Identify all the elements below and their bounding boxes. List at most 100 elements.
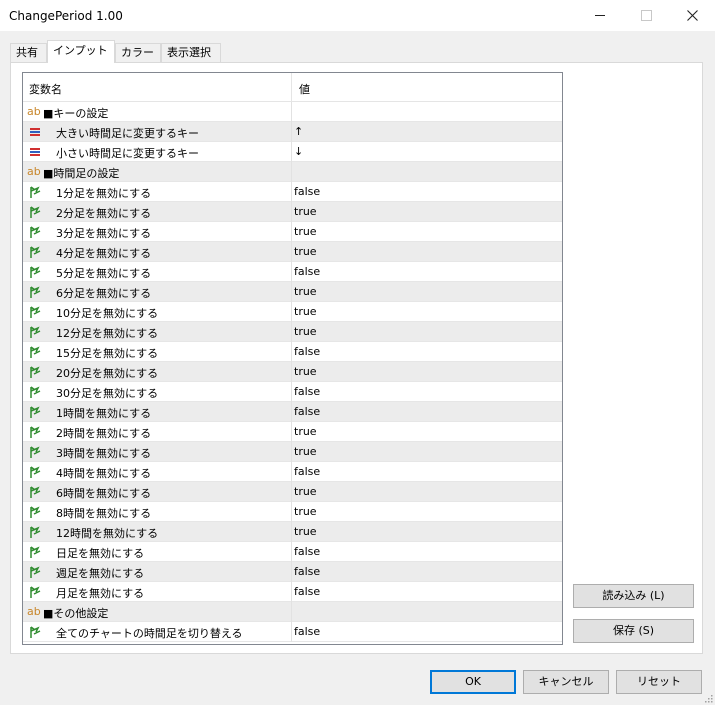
parameter-value[interactable]: false (294, 185, 320, 198)
minimize-icon (595, 15, 605, 16)
parameter-value[interactable]: true (294, 205, 317, 218)
parameter-row[interactable]: 15分足を無効にする false (23, 342, 562, 362)
parameter-row[interactable]: 週足を無効にする false (23, 562, 562, 582)
resize-grip-icon[interactable] (703, 693, 713, 703)
key-icon (30, 128, 40, 136)
ab-icon: ab (27, 605, 41, 618)
parameter-row[interactable]: 2分足を無効にする true (23, 202, 562, 222)
cell-divider (291, 162, 292, 182)
parameter-row[interactable]: 12分足を無効にする true (23, 322, 562, 342)
column-divider[interactable] (291, 73, 292, 101)
cell-divider (291, 282, 292, 302)
parameter-value[interactable]: true (294, 225, 317, 238)
bool-icon (30, 546, 41, 558)
column-header-name[interactable]: 変数名 (29, 81, 62, 97)
cell-divider (291, 422, 292, 442)
parameter-name: 20分足を無効にする (56, 367, 159, 380)
tab-shared[interactable]: 共有 (10, 43, 47, 62)
parameter-value[interactable]: false (294, 405, 320, 418)
parameter-value[interactable]: true (294, 445, 317, 458)
cancel-button[interactable]: キャンセル (523, 670, 609, 694)
parameter-row[interactable]: 日足を無効にする false (23, 542, 562, 562)
parameter-row[interactable]: 10分足を無効にする true (23, 302, 562, 322)
parameter-name: 月足を無効にする (56, 587, 145, 600)
cell-divider (291, 102, 292, 122)
parameter-value[interactable]: ↑ (294, 125, 303, 138)
parameter-grid[interactable]: 変数名 値 ab ■キーの設定大きい時間足に変更するキー ↑ 小さい時間足に変更するキ… (22, 72, 563, 645)
parameter-row[interactable]: 3時間を無効にする true (23, 442, 562, 462)
parameter-value[interactable]: true (294, 365, 317, 378)
parameter-row[interactable]: 月足を無効にする false (23, 582, 562, 602)
parameter-row[interactable]: 1分足を無効にする false (23, 182, 562, 202)
parameter-row[interactable]: 1時間を無効にする false (23, 402, 562, 422)
parameter-row[interactable]: 小さい時間足に変更するキー ↓ (23, 142, 562, 162)
parameter-row[interactable]: 4時間を無効にする false (23, 462, 562, 482)
parameter-name: 6分足を無効にする (56, 287, 152, 300)
save-button[interactable]: 保存 (S) (573, 619, 694, 643)
parameter-value[interactable]: true (294, 245, 317, 258)
parameter-value[interactable]: false (294, 345, 320, 358)
parameter-name: 8時間を無効にする (56, 507, 152, 520)
parameter-value[interactable]: true (294, 325, 317, 338)
parameter-row[interactable]: 30分足を無効にする false (23, 382, 562, 402)
parameter-row[interactable]: 3分足を無効にする true (23, 222, 562, 242)
parameter-value[interactable]: true (294, 305, 317, 318)
parameter-row[interactable]: 8時間を無効にする true (23, 502, 562, 522)
parameter-name: 5分足を無効にする (56, 267, 152, 280)
parameter-name: 1分足を無効にする (56, 187, 152, 200)
cell-divider (291, 402, 292, 422)
tab-color[interactable]: カラー (115, 43, 161, 62)
parameter-value[interactable]: false (294, 265, 320, 278)
tab-display-select[interactable]: 表示選択 (161, 43, 221, 62)
parameter-value[interactable]: false (294, 565, 320, 578)
bool-icon (30, 486, 41, 498)
parameter-row[interactable]: 5分足を無効にする false (23, 262, 562, 282)
parameter-name: 大きい時間足に変更するキー (56, 127, 199, 140)
cell-divider (291, 362, 292, 382)
maximize-button[interactable] (623, 0, 669, 31)
section-row[interactable]: ab ■時間足の設定 (23, 162, 562, 182)
title-bar: ChangePeriod 1.00 (0, 0, 715, 31)
parameter-row[interactable]: 6時間を無効にする true (23, 482, 562, 502)
minimize-button[interactable] (577, 0, 623, 31)
parameter-row[interactable]: 12時間を無効にする true (23, 522, 562, 542)
parameter-row[interactable]: 2時間を無効にする true (23, 422, 562, 442)
parameter-name: 15分足を無効にする (56, 347, 159, 360)
ok-button[interactable]: OK (430, 670, 516, 694)
parameter-row[interactable]: 全てのチャートの時間足を切り替える false (23, 622, 562, 642)
parameter-value[interactable]: ↓ (294, 145, 303, 158)
parameter-value[interactable]: true (294, 485, 317, 498)
ab-icon: ab (27, 105, 41, 118)
bool-icon (30, 246, 41, 258)
cell-divider (291, 222, 292, 242)
column-header-value[interactable]: 値 (299, 81, 310, 97)
parameter-name: 3時間を無効にする (56, 447, 152, 460)
parameter-name: 3分足を無効にする (56, 227, 152, 240)
section-row[interactable]: ab ■キーの設定 (23, 102, 562, 122)
bool-icon (30, 186, 41, 198)
parameter-name: ■その他設定 (43, 607, 109, 620)
parameter-row[interactable]: 20分足を無効にする true (23, 362, 562, 382)
parameter-value[interactable]: false (294, 465, 320, 478)
reset-button[interactable]: リセット (616, 670, 702, 694)
section-row[interactable]: ab ■その他設定 (23, 602, 562, 622)
parameter-value[interactable]: true (294, 285, 317, 298)
parameter-value[interactable]: true (294, 505, 317, 518)
parameter-value[interactable]: false (294, 625, 320, 638)
parameter-value[interactable]: false (294, 585, 320, 598)
parameter-row[interactable]: 4分足を無効にする true (23, 242, 562, 262)
close-button[interactable] (669, 0, 715, 31)
load-button[interactable]: 読み込み (L) (573, 584, 694, 608)
parameter-row[interactable]: 大きい時間足に変更するキー ↑ (23, 122, 562, 142)
parameter-value[interactable]: false (294, 545, 320, 558)
cell-divider (291, 302, 292, 322)
bool-icon (30, 466, 41, 478)
cell-divider (291, 602, 292, 622)
parameter-value[interactable]: false (294, 385, 320, 398)
parameter-value[interactable]: true (294, 525, 317, 538)
bool-icon (30, 266, 41, 278)
parameter-value[interactable]: true (294, 425, 317, 438)
cell-divider (291, 462, 292, 482)
parameter-row[interactable]: 6分足を無効にする true (23, 282, 562, 302)
tab-input[interactable]: インプット (47, 40, 115, 63)
